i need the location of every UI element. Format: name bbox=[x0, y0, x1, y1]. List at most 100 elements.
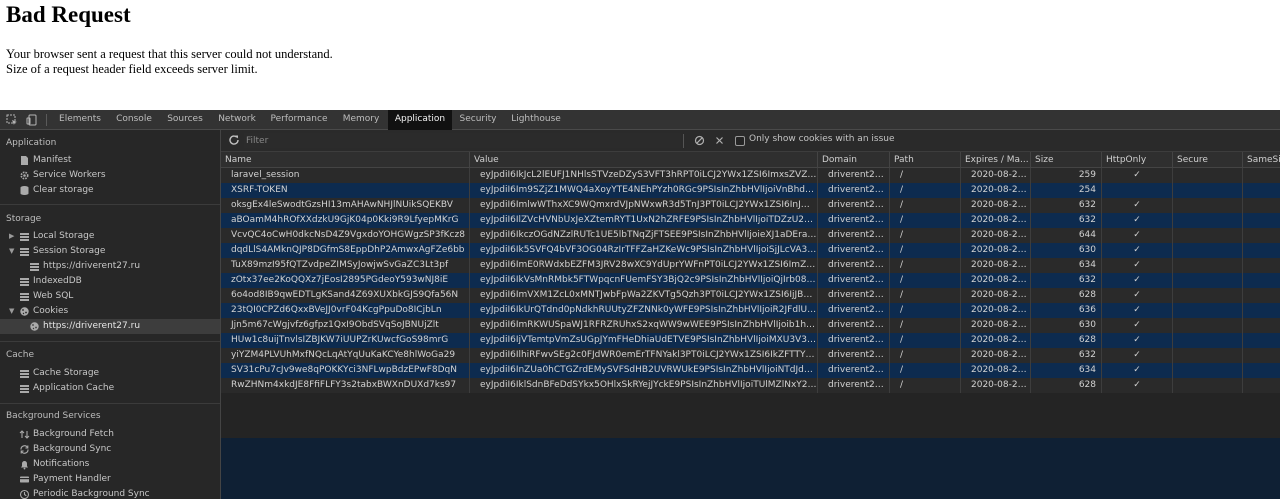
cell-value: eyJpdiI6ImlwWThxXC9WQmxrdVJpNWxwR3d5TnJ3… bbox=[469, 198, 817, 213]
chevron-right-icon[interactable]: ▶ bbox=[9, 229, 14, 244]
cell-value: eyJpdiI6IkczOGdNZzlRUTc1UE5lbTNqZjFTSEE9… bbox=[469, 228, 817, 243]
error-page: Bad Request Your browser sent a request … bbox=[0, 0, 1280, 110]
sidebar-item-application-cache[interactable]: Application Cache bbox=[0, 381, 220, 396]
cell-secure bbox=[1172, 333, 1242, 348]
column-header-httponly[interactable]: HttpOnly bbox=[1101, 152, 1172, 168]
sidebar-item-label: Notifications bbox=[33, 459, 90, 469]
inspect-element-icon[interactable] bbox=[6, 114, 18, 126]
sidebar-item-manifest[interactable]: Manifest bbox=[0, 153, 220, 168]
cell-httponly: ✓ bbox=[1101, 348, 1172, 363]
section-title-background-services: Background Services bbox=[6, 411, 101, 421]
table-row[interactable]: dqdLlS4AMknQJP8DGfmS8EppDhP2AmwxAgFZe6bb… bbox=[221, 243, 1280, 258]
cell-secure bbox=[1172, 168, 1242, 183]
column-header-path[interactable]: Path bbox=[889, 152, 960, 168]
error-line-2: Size of a request header field exceeds s… bbox=[6, 62, 258, 76]
sidebar-item-label: Periodic Background Sync bbox=[33, 489, 150, 499]
filter-input[interactable] bbox=[244, 133, 681, 148]
table-row[interactable]: XSRF-TOKEN eyJpdiI6Im9SZjZ1MWQ4aXoyYTE4NE… bbox=[221, 183, 1280, 198]
tab-lighthouse[interactable]: Lighthouse bbox=[504, 110, 568, 130]
refresh-icon[interactable] bbox=[228, 134, 240, 146]
tab-elements[interactable]: Elements bbox=[52, 110, 108, 130]
cell-path: / bbox=[889, 198, 960, 213]
cell-samesite bbox=[1242, 273, 1280, 288]
table-row[interactable]: SV31cPu7cJv9we8qPOKKYci3NFLwpBdzEPwF8DqN… bbox=[221, 363, 1280, 378]
cell-httponly: ✓ bbox=[1101, 288, 1172, 303]
database-icon bbox=[19, 185, 30, 196]
sidebar-item-label: Session Storage bbox=[33, 246, 106, 256]
table-row[interactable]: TuX89mzI95fQTZvdpeZIMSyJowjwSvGaZC3Lt3pf… bbox=[221, 258, 1280, 273]
tab-performance[interactable]: Performance bbox=[264, 110, 334, 130]
sidebar-item-periodic-background-sync[interactable]: Periodic Background Sync bbox=[0, 487, 220, 499]
storage-grid-icon bbox=[19, 368, 30, 379]
column-header-secure[interactable]: Secure bbox=[1172, 152, 1242, 168]
cell-size: 632 bbox=[1030, 273, 1101, 288]
sidebar-item-session-storage[interactable]: ▼ Session Storage bbox=[0, 244, 220, 259]
sidebar-item-label: Manifest bbox=[33, 155, 72, 165]
cell-secure bbox=[1172, 303, 1242, 318]
sidebar-item-session-storage-origin[interactable]: https://driverent27.ru bbox=[0, 259, 220, 274]
chevron-down-icon[interactable]: ▼ bbox=[9, 244, 14, 259]
table-row[interactable]: yiYZM4PLVUhMxfNQcLqAtYqUuKaKCYe8hlWoGa29… bbox=[221, 348, 1280, 363]
sidebar-item-cookies[interactable]: ▼ Cookies bbox=[0, 304, 220, 319]
only-issues-checkbox[interactable] bbox=[735, 136, 745, 146]
tab-separator bbox=[46, 114, 47, 126]
chevron-down-icon[interactable]: ▼ bbox=[9, 304, 14, 319]
sidebar-item-background-sync[interactable]: Background Sync bbox=[0, 442, 220, 457]
table-row[interactable]: Jjn5m67cWgjvfz6gfpz1QxI9ObdSVqSoJBNUjZlt… bbox=[221, 318, 1280, 333]
tab-application[interactable]: Application bbox=[388, 110, 452, 130]
cell-samesite bbox=[1242, 303, 1280, 318]
sidebar-item-clear-storage[interactable]: Clear storage bbox=[0, 183, 220, 198]
sidebar-item-service-workers[interactable]: Service Workers bbox=[0, 168, 220, 183]
column-header-size[interactable]: Size bbox=[1030, 152, 1101, 168]
sidebar-item-payment-handler[interactable]: Payment Handler bbox=[0, 472, 220, 487]
table-row[interactable]: aBOamM4hROfXXdzkU9GjK04p0Kki9R9LfyepMKrG… bbox=[221, 213, 1280, 228]
cell-expires: 2020-08-25T... bbox=[960, 318, 1030, 333]
cell-samesite bbox=[1242, 183, 1280, 198]
cell-path: / bbox=[889, 228, 960, 243]
tab-security[interactable]: Security bbox=[452, 110, 504, 130]
tab-memory[interactable]: Memory bbox=[334, 110, 388, 130]
tab-sources[interactable]: Sources bbox=[160, 110, 210, 130]
cell-httponly: ✓ bbox=[1101, 378, 1172, 393]
cell-secure bbox=[1172, 378, 1242, 393]
delete-selected-icon[interactable] bbox=[714, 135, 725, 146]
column-header-domain[interactable]: Domain bbox=[817, 152, 889, 168]
error-line-1: Your browser sent a request that this se… bbox=[6, 47, 333, 61]
cell-name: oksgEx4leSwodtGzsHI13mAHAwNHJlNUikSQEKBV bbox=[231, 200, 453, 210]
table-row[interactable]: 6o4od8IB9qwEDTLgKSand4Z69XUXbkGJS9Qfa56N… bbox=[221, 288, 1280, 303]
cell-name: Jjn5m67cWgjvfz6gfpz1QxI9ObdSVqSoJBNUjZlt bbox=[231, 320, 439, 330]
cell-value: eyJpdiI6InZUa0hCTGZrdEMySVFSdHB2UVRWUkE9… bbox=[469, 363, 817, 378]
column-header-value[interactable]: Value bbox=[469, 152, 817, 168]
sidebar-item-background-fetch[interactable]: Background Fetch bbox=[0, 427, 220, 442]
section-title-application: Application bbox=[6, 138, 57, 148]
sidebar-item-local-storage[interactable]: ▶ Local Storage bbox=[0, 229, 220, 244]
column-header-name[interactable]: Name bbox=[221, 152, 469, 168]
column-header-samesite[interactable]: SameSite bbox=[1242, 152, 1280, 168]
cell-size: 259 bbox=[1030, 168, 1101, 183]
cell-size: 628 bbox=[1030, 378, 1101, 393]
tab-network[interactable]: Network bbox=[210, 110, 264, 130]
cell-domain: driverent27.ru bbox=[817, 333, 889, 348]
column-header-expires[interactable]: Expires / Ma... bbox=[960, 152, 1030, 168]
table-row[interactable]: VcvQC4oCwH0dkcNsD4Z9VgxdoYOHGWgzSP3fKcz8… bbox=[221, 228, 1280, 243]
sidebar-item-notifications[interactable]: Notifications bbox=[0, 457, 220, 472]
device-toolbar-icon[interactable] bbox=[26, 114, 38, 126]
page-title: Bad Request bbox=[6, 2, 131, 27]
table-row[interactable]: zOtx37ee2KoQQXz7jEosI2895PGdeoY593wNJ8iE… bbox=[221, 273, 1280, 288]
table-row[interactable]: HUw1c8uijTnvlsIZBJKW7iUUPZrKUwcfGoS98mrG… bbox=[221, 333, 1280, 348]
table-row[interactable]: 23tQI0CPZd6QxxBVeJJ0vrF04KcgPpuDo8ICjbLn… bbox=[221, 303, 1280, 318]
sidebar-item-cookies-origin[interactable]: https://driverent27.ru bbox=[0, 319, 220, 334]
clear-all-icon[interactable] bbox=[694, 135, 705, 146]
cell-value: eyJpdiI6ImE0RWdxbEZFM3JRV28wXC9YdUprYWFn… bbox=[469, 258, 817, 273]
cell-path: / bbox=[889, 288, 960, 303]
table-row[interactable]: laravel_session eyJpdiI6IkJcL2lEUFJ1NHlsS… bbox=[221, 168, 1280, 183]
table-row[interactable]: RwZHNm4xkdJE8FfiFLFY3s2tabxBWXnDUXd7ks97… bbox=[221, 378, 1280, 393]
sidebar-item-cache-storage[interactable]: Cache Storage bbox=[0, 366, 220, 381]
sidebar-item-web-sql[interactable]: Web SQL bbox=[0, 289, 220, 304]
cell-value: eyJpdiI6IjVTemtpVmZsUGpJYmFHeDhiaUdETVE9… bbox=[469, 333, 817, 348]
cell-domain: driverent27.ru bbox=[817, 303, 889, 318]
sidebar-item-indexeddb[interactable]: IndexedDB bbox=[0, 274, 220, 289]
cookie-icon bbox=[19, 306, 30, 317]
tab-console[interactable]: Console bbox=[108, 110, 160, 130]
table-row[interactable]: oksgEx4leSwodtGzsHI13mAHAwNHJlNUikSQEKBV… bbox=[221, 198, 1280, 213]
